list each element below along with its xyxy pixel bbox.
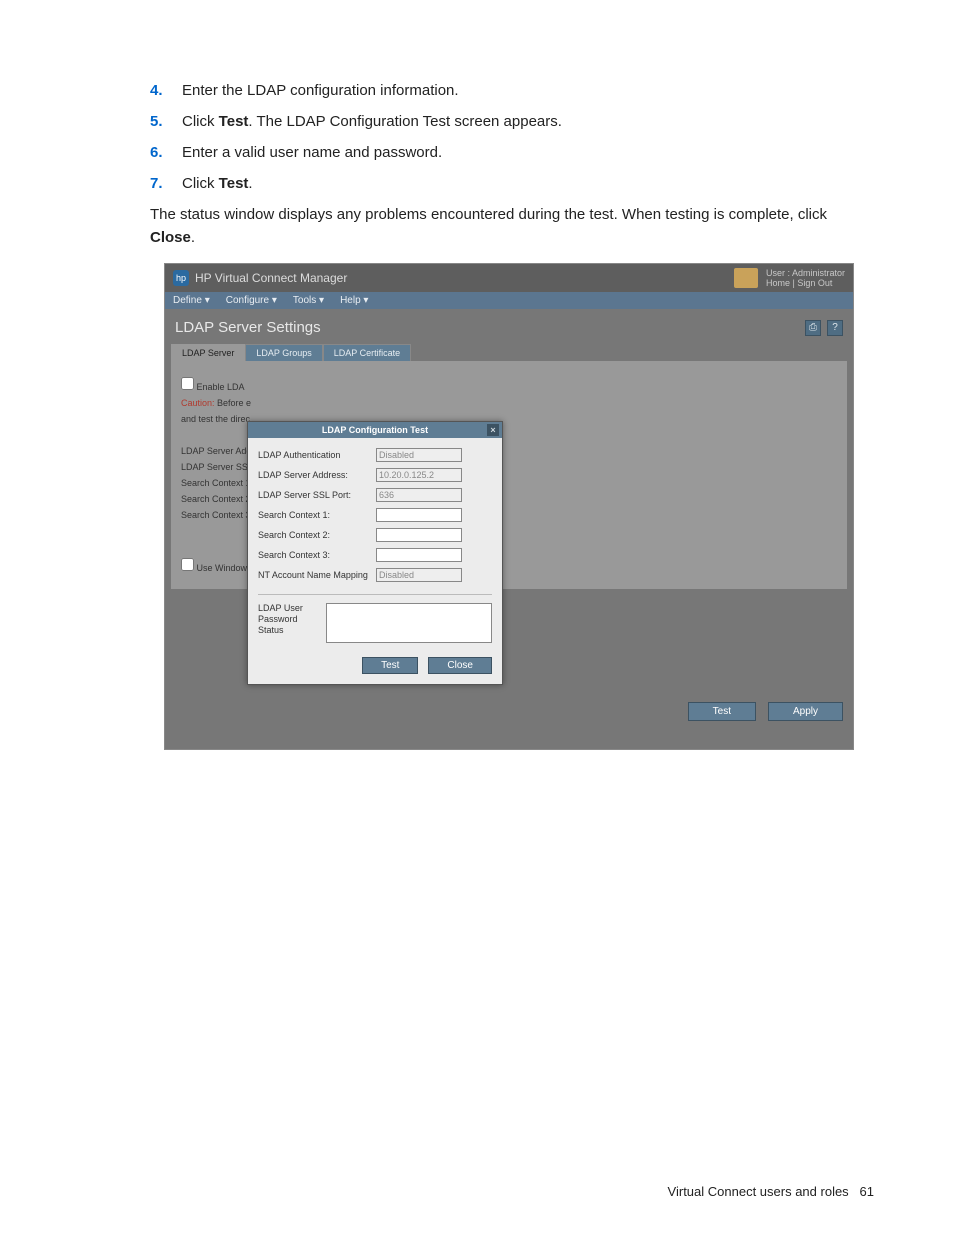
dialog-title: LDAP Configuration Test [322, 425, 428, 435]
menu-bar: Define ▾ Configure ▾ Tools ▾ Help ▾ [165, 292, 853, 309]
ldap-server-address-label: LDAP Server Address: [258, 470, 370, 480]
chevron-down-icon: ▾ [363, 295, 368, 306]
paragraph-prefix: The status window displays any problems … [150, 206, 827, 223]
ldap-auth-value [376, 448, 462, 462]
user-label: User : Administrator [766, 268, 845, 278]
menu-configure[interactable]: Configure ▾ [226, 295, 277, 306]
step-number: 7. [150, 173, 182, 194]
step-prefix: Click [182, 113, 219, 130]
enable-ldap-label: Enable LDA [197, 382, 245, 392]
caution-label: Caution: [181, 398, 215, 408]
search-context-2-input[interactable] [376, 528, 462, 542]
menu-tools[interactable]: Tools ▾ [293, 295, 324, 306]
step-text: Enter the LDAP configuration information… [182, 80, 459, 101]
app-title: HP Virtual Connect Manager [195, 271, 347, 285]
test-button[interactable]: Test [688, 702, 756, 721]
search-context-2-label: Search Context 2: [258, 530, 370, 540]
footer-section: Virtual Connect users and roles [668, 1184, 849, 1199]
caution-text: Before e [215, 398, 252, 408]
search-context-1-label: Search Context 1: [258, 510, 370, 520]
nt-account-mapping-value [376, 568, 462, 582]
enable-ldap-checkbox[interactable] [181, 377, 194, 390]
hp-logo-icon: hp [173, 270, 189, 286]
tab-ldap-certificate[interactable]: LDAP Certificate [323, 344, 411, 361]
header-decoration-icon [734, 268, 758, 288]
menu-help[interactable]: Help ▾ [340, 295, 368, 306]
dialog-close-icon[interactable]: × [487, 424, 499, 436]
footer-page-number: 61 [860, 1184, 874, 1199]
help-icon[interactable]: ? [827, 320, 843, 336]
step-number: 4. [150, 80, 182, 101]
search-context-1-input[interactable] [376, 508, 462, 522]
status-output-box [326, 603, 492, 643]
print-icon[interactable]: ⎙ [805, 320, 821, 336]
ldap-config-test-dialog: LDAP Configuration Test × LDAP Authentic… [247, 421, 503, 685]
search-context-3-input[interactable] [376, 548, 462, 562]
nt-account-mapping-label: NT Account Name Mapping [258, 570, 370, 580]
chevron-down-icon: ▾ [272, 295, 277, 306]
status-label: LDAP User Password Status [258, 603, 318, 643]
apply-button[interactable]: Apply [768, 702, 843, 721]
embedded-screenshot: hp HP Virtual Connect Manager User : Adm… [164, 263, 854, 750]
step-text: Click Test. The LDAP Configuration Test … [182, 111, 562, 132]
step-bold: Test [219, 113, 249, 130]
page-footer: Virtual Connect users and roles 61 [668, 1184, 874, 1199]
use-window-checkbox[interactable] [181, 558, 194, 571]
settings-panel: Enable LDA Caution: Before e and test th… [171, 361, 847, 589]
step-text: Click Test. [182, 173, 253, 194]
page-title: LDAP Server Settings [175, 319, 321, 336]
signout-link[interactable]: Sign Out [797, 278, 832, 288]
search-context-3-label: Search Context 3: [258, 550, 370, 560]
dialog-test-button[interactable]: Test [362, 657, 418, 674]
step-suffix: . The LDAP Configuration Test screen app… [248, 113, 562, 130]
paragraph-suffix: . [191, 229, 195, 246]
chevron-down-icon: ▾ [319, 295, 324, 306]
menu-define[interactable]: Define ▾ [173, 295, 210, 306]
dialog-title-bar: LDAP Configuration Test × [248, 422, 502, 438]
tab-bar: LDAP Server LDAP Groups LDAP Certificate [171, 344, 847, 361]
tab-ldap-groups[interactable]: LDAP Groups [245, 344, 322, 361]
step-suffix: . [248, 175, 252, 192]
ldap-ssl-port-value [376, 488, 462, 502]
step-number: 5. [150, 111, 182, 132]
home-link[interactable]: Home [766, 278, 790, 288]
step-prefix: Click [182, 175, 219, 192]
ldap-server-address-value [376, 468, 462, 482]
step-number: 6. [150, 142, 182, 163]
use-window-label: Use Window [197, 563, 248, 573]
ldap-ssl-port-label: LDAP Server SSL Port: [258, 490, 370, 500]
paragraph-bold: Close [150, 229, 191, 246]
tab-ldap-server[interactable]: LDAP Server [171, 344, 245, 361]
step-bold: Test [219, 175, 249, 192]
app-header: hp HP Virtual Connect Manager User : Adm… [165, 264, 853, 292]
dialog-close-button[interactable]: Close [428, 657, 492, 674]
step-text: Enter a valid user name and password. [182, 142, 442, 163]
body-paragraph: The status window displays any problems … [150, 204, 874, 249]
chevron-down-icon: ▾ [205, 295, 210, 306]
ldap-auth-label: LDAP Authentication [258, 450, 370, 460]
content-pane: LDAP Server Settings ⎙ ? LDAP Server LDA… [165, 309, 853, 749]
